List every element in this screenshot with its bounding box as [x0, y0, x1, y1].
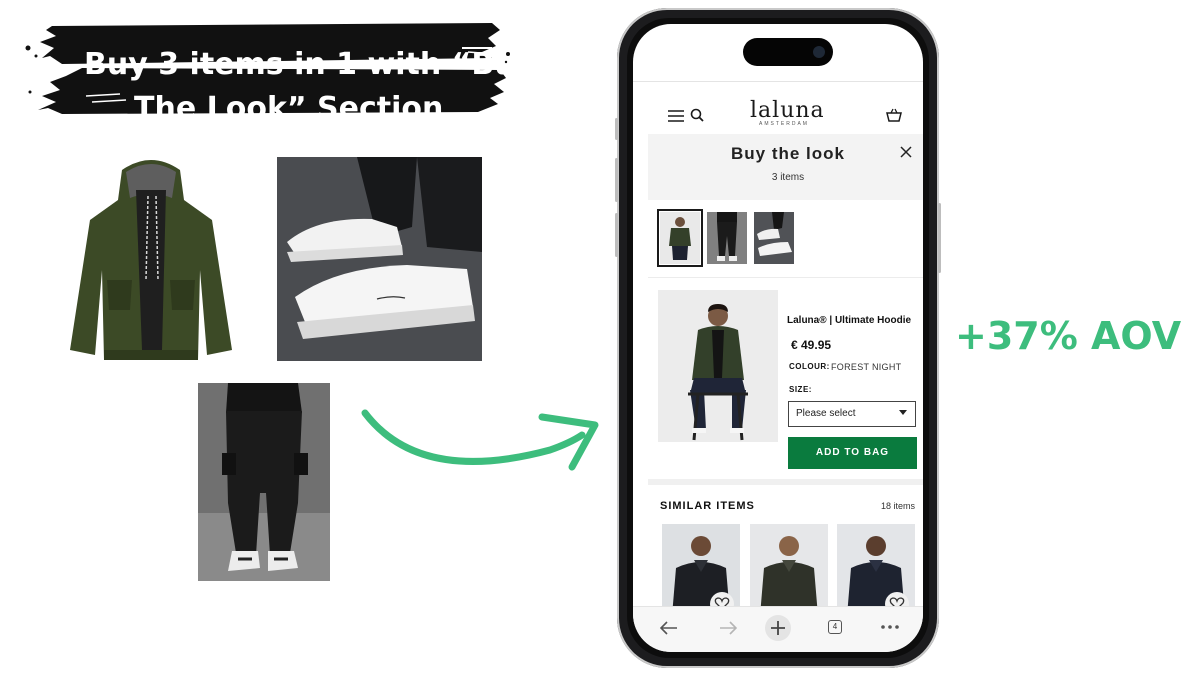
headline-line-2: The Look” Section [134, 91, 444, 126]
shoes-photo [277, 157, 482, 361]
size-select[interactable]: Please select [788, 401, 916, 427]
section-divider [648, 277, 923, 278]
buy-the-look-count: 3 items [771, 172, 805, 183]
product-name[interactable]: Laluna® | Ultimate Hoodie [787, 315, 911, 326]
phone-action-button [615, 118, 618, 140]
colour-label: COLOUR: [789, 362, 830, 371]
camera-icon [813, 46, 825, 58]
section-separator [648, 479, 923, 485]
tabs-icon[interactable]: 4 [828, 620, 842, 634]
buy-the-look-header: Buy the look 3 items [648, 134, 923, 200]
phone-screen: laluna AMSTERDAM Buy the look 3 items La… [633, 24, 923, 652]
phone-bezel: laluna AMSTERDAM Buy the look 3 items La… [627, 18, 929, 658]
pants-photo [198, 383, 330, 581]
size-select-value: Please select [796, 408, 856, 419]
thumbnail-pants[interactable] [707, 212, 747, 264]
basket-icon[interactable] [886, 108, 902, 122]
headline-line-1: Buy 3 items in 1 with “Buy [84, 47, 536, 82]
dynamic-island [743, 38, 833, 66]
forward-arrow-icon[interactable] [719, 621, 737, 635]
product-image[interactable] [658, 290, 778, 442]
similar-item-card[interactable] [662, 524, 740, 616]
thumbnail-hoodie[interactable] [657, 209, 703, 267]
phone-mockup: laluna AMSTERDAM Buy the look 3 items La… [615, 8, 941, 668]
menu-icon[interactable] [668, 110, 684, 122]
colour-value: FOREST NIGHT [831, 362, 902, 372]
thumbnail-shoes[interactable] [754, 212, 794, 264]
store-header: laluna AMSTERDAM [633, 86, 923, 134]
similar-items-title: SIMILAR ITEMS [660, 500, 755, 512]
aov-stat: +37% AOV [955, 314, 1182, 358]
phone-volume-up [615, 158, 618, 202]
jacket-photo [62, 150, 240, 378]
chevron-down-icon [899, 410, 907, 415]
similar-items-count: 18 items [881, 501, 916, 511]
headline-banner: Buy 3 items in 1 with “Buy The Look” Sec… [22, 18, 535, 126]
product-price: € 49.95 [791, 338, 832, 352]
plus-icon [771, 621, 785, 635]
url-bar-divider [633, 81, 923, 82]
curved-arrow-icon [361, 409, 599, 471]
phone-volume-down [615, 213, 618, 257]
add-to-bag-button[interactable]: ADD TO BAG [788, 437, 917, 469]
new-tab-button[interactable] [765, 615, 791, 641]
store-logo[interactable]: laluna [750, 98, 825, 123]
close-icon[interactable] [900, 146, 912, 158]
store-logo-subtitle: AMSTERDAM [759, 121, 809, 127]
similar-item-card[interactable] [750, 524, 828, 616]
buy-the-look-title: Buy the look [730, 144, 845, 163]
phone-power-button [938, 203, 941, 273]
search-icon[interactable] [690, 108, 704, 122]
more-icon[interactable] [881, 625, 899, 629]
browser-toolbar: 4 [633, 606, 923, 652]
size-label: SIZE: [789, 385, 812, 394]
similar-item-card[interactable] [837, 524, 915, 616]
back-arrow-icon[interactable] [660, 621, 678, 635]
